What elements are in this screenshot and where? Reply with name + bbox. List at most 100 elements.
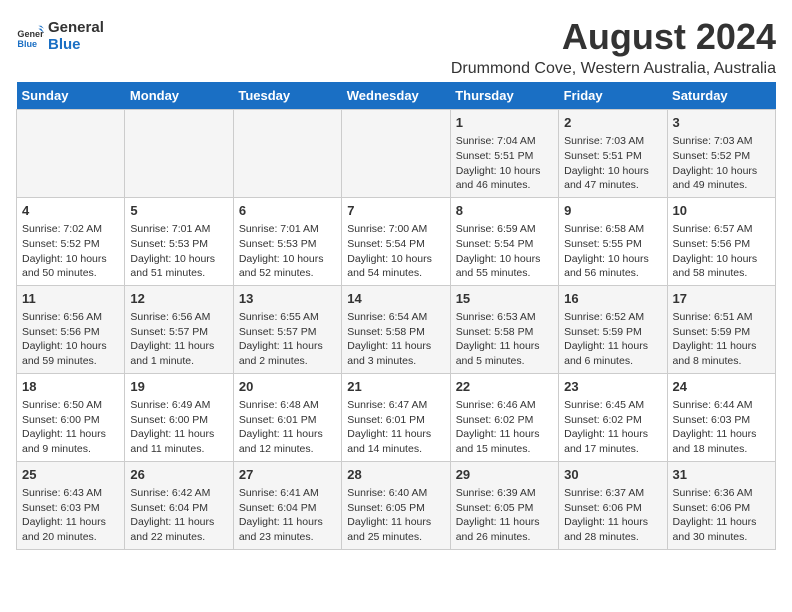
calendar-cell: 12Sunrise: 6:56 AM Sunset: 5:57 PM Dayli… xyxy=(125,285,233,373)
calendar-cell: 11 Sunrise: 6:56 AM Sunset: 5:56 PM Dayli… xyxy=(17,285,125,373)
header-monday: Monday xyxy=(125,82,233,110)
day-content: Sunrise: 6:50 AM Sunset: 6:00 PM Dayligh… xyxy=(22,398,119,457)
calendar-cell: 27 Sunrise: 6:41 AM Sunset: 6:04 PM Dayli… xyxy=(233,461,341,549)
header-row: SundayMondayTuesdayWednesdayThursdayFrid… xyxy=(17,82,776,110)
day-number: 5 xyxy=(130,202,227,220)
day-content: Sunrise: 6:45 AM Sunset: 6:02 PM Dayligh… xyxy=(564,398,661,457)
calendar-cell: 6Sunrise: 7:01 AM Sunset: 5:53 PM Daylig… xyxy=(233,197,341,285)
day-number: 2 xyxy=(564,114,661,132)
day-number: 27 xyxy=(239,466,336,484)
calendar-table: SundayMondayTuesdayWednesdayThursdayFrid… xyxy=(16,82,776,550)
week-row-1: 1 Sunrise: 7:04 AM Sunset: 5:51 PM Daylig… xyxy=(17,110,776,198)
calendar-cell: 20Sunrise: 6:48 AM Sunset: 6:01 PM Dayli… xyxy=(233,373,341,461)
day-content: Sunrise: 6:54 AM Sunset: 5:58 PM Dayligh… xyxy=(347,310,444,369)
calendar-cell: 18 Sunrise: 6:50 AM Sunset: 6:00 PM Dayli… xyxy=(17,373,125,461)
calendar-cell: 21 Sunrise: 6:47 AM Sunset: 6:01 PM Dayli… xyxy=(342,373,450,461)
calendar-cell: 25Sunrise: 6:43 AM Sunset: 6:03 PM Dayli… xyxy=(17,461,125,549)
day-content: Sunrise: 6:53 AM Sunset: 5:58 PM Dayligh… xyxy=(456,310,553,369)
day-content: Sunrise: 7:04 AM Sunset: 5:51 PM Dayligh… xyxy=(456,134,553,193)
main-title: August 2024 xyxy=(451,16,776,58)
header-saturday: Saturday xyxy=(667,82,775,110)
day-content: Sunrise: 6:42 AM Sunset: 6:04 PM Dayligh… xyxy=(130,486,227,545)
day-content: Sunrise: 6:36 AM Sunset: 6:06 PM Dayligh… xyxy=(673,486,770,545)
day-number: 4 xyxy=(22,202,119,220)
day-number: 7 xyxy=(347,202,444,220)
day-number: 28 xyxy=(347,466,444,484)
day-content: Sunrise: 6:49 AM Sunset: 6:00 PM Dayligh… xyxy=(130,398,227,457)
day-content: Sunrise: 6:48 AM Sunset: 6:01 PM Dayligh… xyxy=(239,398,336,457)
week-row-5: 25Sunrise: 6:43 AM Sunset: 6:03 PM Dayli… xyxy=(17,461,776,549)
calendar-cell: 28Sunrise: 6:40 AM Sunset: 6:05 PM Dayli… xyxy=(342,461,450,549)
day-number: 31 xyxy=(673,466,770,484)
day-content: Sunrise: 7:03 AM Sunset: 5:51 PM Dayligh… xyxy=(564,134,661,193)
calendar-cell: 1 Sunrise: 7:04 AM Sunset: 5:51 PM Daylig… xyxy=(450,110,558,198)
day-content: Sunrise: 6:46 AM Sunset: 6:02 PM Dayligh… xyxy=(456,398,553,457)
day-number: 14 xyxy=(347,290,444,308)
subtitle: Drummond Cove, Western Australia, Austra… xyxy=(451,60,776,78)
day-content: Sunrise: 6:51 AM Sunset: 5:59 PM Dayligh… xyxy=(673,310,770,369)
day-content: Sunrise: 6:44 AM Sunset: 6:03 PM Dayligh… xyxy=(673,398,770,457)
title-area: August 2024 Drummond Cove, Western Austr… xyxy=(451,16,776,78)
calendar-cell: 14 Sunrise: 6:54 AM Sunset: 5:58 PM Dayli… xyxy=(342,285,450,373)
header-wednesday: Wednesday xyxy=(342,82,450,110)
day-number: 15 xyxy=(456,290,553,308)
header-tuesday: Tuesday xyxy=(233,82,341,110)
day-number: 22 xyxy=(456,378,553,396)
day-number: 3 xyxy=(673,114,770,132)
day-number: 13 xyxy=(239,290,336,308)
day-content: Sunrise: 7:00 AM Sunset: 5:54 PM Dayligh… xyxy=(347,222,444,281)
calendar-cell: 7 Sunrise: 7:00 AM Sunset: 5:54 PM Daylig… xyxy=(342,197,450,285)
day-content: Sunrise: 6:41 AM Sunset: 6:04 PM Dayligh… xyxy=(239,486,336,545)
day-content: Sunrise: 7:03 AM Sunset: 5:52 PM Dayligh… xyxy=(673,134,770,193)
calendar-cell: 8Sunrise: 6:59 AM Sunset: 5:54 PM Daylig… xyxy=(450,197,558,285)
svg-text:Blue: Blue xyxy=(17,38,37,48)
day-number: 24 xyxy=(673,378,770,396)
calendar-cell: 16 Sunrise: 6:52 AM Sunset: 5:59 PM Dayli… xyxy=(559,285,667,373)
day-number: 17 xyxy=(673,290,770,308)
calendar-cell xyxy=(125,110,233,198)
week-row-2: 4 Sunrise: 7:02 AM Sunset: 5:52 PM Daylig… xyxy=(17,197,776,285)
day-number: 19 xyxy=(130,378,227,396)
calendar-cell: 13 Sunrise: 6:55 AM Sunset: 5:57 PM Dayli… xyxy=(233,285,341,373)
logo-line2: Blue xyxy=(48,37,104,54)
day-content: Sunrise: 7:01 AM Sunset: 5:53 PM Dayligh… xyxy=(130,222,227,281)
day-number: 21 xyxy=(347,378,444,396)
day-number: 9 xyxy=(564,202,661,220)
calendar-cell xyxy=(342,110,450,198)
calendar-cell xyxy=(17,110,125,198)
day-content: Sunrise: 6:52 AM Sunset: 5:59 PM Dayligh… xyxy=(564,310,661,369)
day-content: Sunrise: 7:02 AM Sunset: 5:52 PM Dayligh… xyxy=(22,222,119,281)
calendar-cell: 17 Sunrise: 6:51 AM Sunset: 5:59 PM Dayli… xyxy=(667,285,775,373)
header-sunday: Sunday xyxy=(17,82,125,110)
day-content: Sunrise: 6:39 AM Sunset: 6:05 PM Dayligh… xyxy=(456,486,553,545)
day-content: Sunrise: 6:58 AM Sunset: 5:55 PM Dayligh… xyxy=(564,222,661,281)
calendar-cell: 2 Sunrise: 7:03 AM Sunset: 5:51 PM Daylig… xyxy=(559,110,667,198)
day-number: 26 xyxy=(130,466,227,484)
day-content: Sunrise: 7:01 AM Sunset: 5:53 PM Dayligh… xyxy=(239,222,336,281)
day-content: Sunrise: 6:47 AM Sunset: 6:01 PM Dayligh… xyxy=(347,398,444,457)
logo-line1: General xyxy=(48,20,104,37)
header: General Blue General Blue August 2024 Dr… xyxy=(16,16,776,78)
calendar-cell: 15 Sunrise: 6:53 AM Sunset: 5:58 PM Dayli… xyxy=(450,285,558,373)
calendar-cell: 26 Sunrise: 6:42 AM Sunset: 6:04 PM Dayli… xyxy=(125,461,233,549)
week-row-4: 18 Sunrise: 6:50 AM Sunset: 6:00 PM Dayli… xyxy=(17,373,776,461)
calendar-cell: 4 Sunrise: 7:02 AM Sunset: 5:52 PM Daylig… xyxy=(17,197,125,285)
week-row-3: 11 Sunrise: 6:56 AM Sunset: 5:56 PM Dayli… xyxy=(17,285,776,373)
calendar-cell: 19 Sunrise: 6:49 AM Sunset: 6:00 PM Dayli… xyxy=(125,373,233,461)
calendar-cell: 23 Sunrise: 6:45 AM Sunset: 6:02 PM Dayli… xyxy=(559,373,667,461)
day-number: 18 xyxy=(22,378,119,396)
logo: General Blue General Blue xyxy=(16,20,104,53)
day-number: 10 xyxy=(673,202,770,220)
day-number: 30 xyxy=(564,466,661,484)
day-number: 25 xyxy=(22,466,119,484)
day-number: 11 xyxy=(22,290,119,308)
day-content: Sunrise: 6:55 AM Sunset: 5:57 PM Dayligh… xyxy=(239,310,336,369)
header-thursday: Thursday xyxy=(450,82,558,110)
day-number: 16 xyxy=(564,290,661,308)
header-friday: Friday xyxy=(559,82,667,110)
day-number: 1 xyxy=(456,114,553,132)
day-number: 23 xyxy=(564,378,661,396)
day-content: Sunrise: 6:57 AM Sunset: 5:56 PM Dayligh… xyxy=(673,222,770,281)
day-content: Sunrise: 6:56 AM Sunset: 5:56 PM Dayligh… xyxy=(22,310,119,369)
calendar-cell: 10 Sunrise: 6:57 AM Sunset: 5:56 PM Dayli… xyxy=(667,197,775,285)
